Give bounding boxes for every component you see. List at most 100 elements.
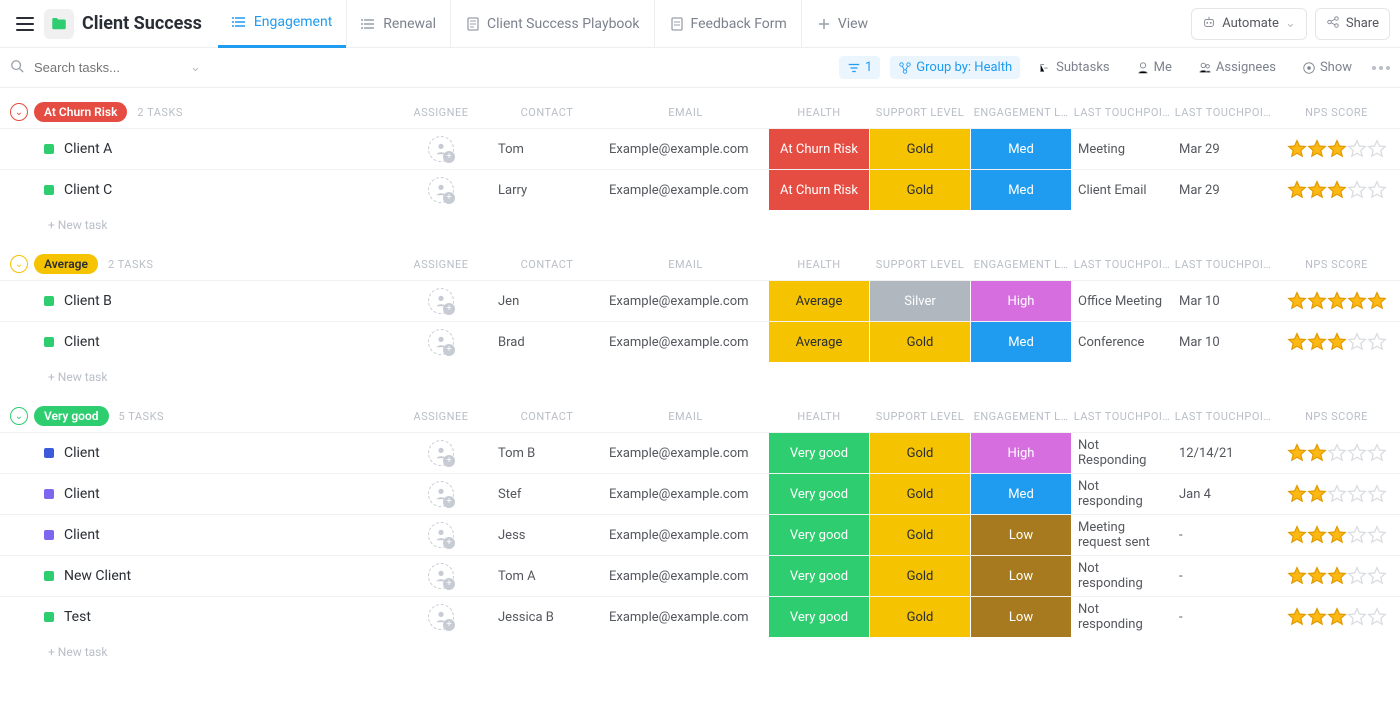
me-chip[interactable]: Me xyxy=(1128,56,1180,79)
col-support[interactable]: SUPPORT LEVEL xyxy=(870,258,970,271)
touchpoint-date-cell[interactable]: - xyxy=(1173,610,1273,625)
nps-stars[interactable] xyxy=(1274,566,1399,586)
health-cell[interactable]: Very good xyxy=(769,474,869,514)
engagement-cell[interactable]: Low xyxy=(971,597,1071,637)
support-cell[interactable]: Silver xyxy=(870,281,970,321)
col-assignee[interactable]: ASSIGNEE xyxy=(391,106,491,119)
contact-cell[interactable]: Tom B xyxy=(492,446,602,461)
star-icon[interactable] xyxy=(1307,139,1327,159)
contact-cell[interactable]: Jessica B xyxy=(492,610,602,625)
star-icon[interactable] xyxy=(1307,484,1327,504)
star-icon[interactable] xyxy=(1327,484,1347,504)
task-name[interactable]: New Client xyxy=(64,568,131,584)
tab-renewal[interactable]: Renewal xyxy=(346,0,450,48)
task-name[interactable]: Client xyxy=(64,527,100,543)
status-square[interactable] xyxy=(44,530,54,540)
star-icon[interactable] xyxy=(1347,566,1367,586)
table-row[interactable]: Client + Tom B Example@example.com Very … xyxy=(0,432,1400,473)
task-name[interactable]: Client xyxy=(64,334,100,350)
col-health[interactable]: HEALTH xyxy=(769,258,869,271)
star-icon[interactable] xyxy=(1347,180,1367,200)
automate-button[interactable]: Automate ⌄ xyxy=(1191,8,1307,40)
touchpoint-date-cell[interactable]: Mar 10 xyxy=(1173,335,1273,350)
support-cell[interactable]: Gold xyxy=(870,322,970,362)
star-icon[interactable] xyxy=(1327,332,1347,352)
col-health[interactable]: HEALTH xyxy=(769,410,869,423)
add-assignee-icon[interactable]: + xyxy=(443,151,455,163)
star-icon[interactable] xyxy=(1327,443,1347,463)
star-icon[interactable] xyxy=(1287,443,1307,463)
touchpoint-cell[interactable]: Not responding xyxy=(1072,561,1172,591)
assignee-placeholder[interactable]: + xyxy=(428,288,454,314)
star-icon[interactable] xyxy=(1307,443,1327,463)
star-icon[interactable] xyxy=(1287,566,1307,586)
touchpoint-cell[interactable]: Not responding xyxy=(1072,602,1172,632)
star-icon[interactable] xyxy=(1327,566,1347,586)
add-assignee-icon[interactable]: + xyxy=(443,344,455,356)
col-touch-date[interactable]: LAST TOUCHPOI… xyxy=(1173,258,1273,271)
email-cell[interactable]: Example@example.com xyxy=(603,142,768,157)
assignee-placeholder[interactable]: + xyxy=(428,177,454,203)
star-icon[interactable] xyxy=(1367,484,1387,504)
group-pill[interactable]: Very good xyxy=(34,406,109,426)
col-health[interactable]: HEALTH xyxy=(769,106,869,119)
table-row[interactable]: Client B + Jen Example@example.com Avera… xyxy=(0,280,1400,321)
assignee-placeholder[interactable]: + xyxy=(428,604,454,630)
touchpoint-cell[interactable]: Not responding xyxy=(1072,479,1172,509)
email-cell[interactable]: Example@example.com xyxy=(603,335,768,350)
status-square[interactable] xyxy=(44,612,54,622)
support-cell[interactable]: Gold xyxy=(870,515,970,555)
contact-cell[interactable]: Jen xyxy=(492,294,602,309)
star-icon[interactable] xyxy=(1327,291,1347,311)
email-cell[interactable]: Example@example.com xyxy=(603,294,768,309)
star-icon[interactable] xyxy=(1287,291,1307,311)
table-row[interactable]: Client + Stef Example@example.com Very g… xyxy=(0,473,1400,514)
engagement-cell[interactable]: High xyxy=(971,433,1071,473)
table-row[interactable]: Client C + Larry Example@example.com At … xyxy=(0,169,1400,210)
add-assignee-icon[interactable]: + xyxy=(443,537,455,549)
star-icon[interactable] xyxy=(1347,484,1367,504)
col-touch-type[interactable]: LAST TOUCHPOI… xyxy=(1072,106,1172,119)
group-pill[interactable]: At Churn Risk xyxy=(34,102,127,122)
star-icon[interactable] xyxy=(1347,443,1367,463)
contact-cell[interactable]: Stef xyxy=(492,487,602,502)
assignee-placeholder[interactable]: + xyxy=(428,481,454,507)
tab-feedback[interactable]: Feedback Form xyxy=(654,0,801,48)
table-row[interactable]: Client + Brad Example@example.com Averag… xyxy=(0,321,1400,362)
nps-stars[interactable] xyxy=(1274,525,1399,545)
contact-cell[interactable]: Tom xyxy=(492,142,602,157)
col-support[interactable]: SUPPORT LEVEL xyxy=(870,410,970,423)
star-icon[interactable] xyxy=(1287,607,1307,627)
health-cell[interactable]: Average xyxy=(769,322,869,362)
star-icon[interactable] xyxy=(1307,525,1327,545)
star-icon[interactable] xyxy=(1347,525,1367,545)
touchpoint-date-cell[interactable]: Jan 4 xyxy=(1173,487,1273,502)
col-email[interactable]: EMAIL xyxy=(603,106,768,119)
status-square[interactable] xyxy=(44,337,54,347)
new-task-button[interactable]: + New task xyxy=(0,210,1400,232)
health-cell[interactable]: Average xyxy=(769,281,869,321)
touchpoint-cell[interactable]: Meeting request sent xyxy=(1072,520,1172,550)
col-nps[interactable]: NPS SCORE xyxy=(1274,106,1399,119)
new-task-button[interactable]: + New task xyxy=(0,637,1400,659)
menu-icon[interactable] xyxy=(10,9,40,39)
group-pill[interactable]: Average xyxy=(34,254,98,274)
engagement-cell[interactable]: Med xyxy=(971,322,1071,362)
assignee-placeholder[interactable]: + xyxy=(428,136,454,162)
assignee-placeholder[interactable]: + xyxy=(428,329,454,355)
more-menu-icon[interactable] xyxy=(1372,66,1390,70)
collapse-toggle[interactable]: ⌄ xyxy=(10,407,28,425)
status-square[interactable] xyxy=(44,144,54,154)
email-cell[interactable]: Example@example.com xyxy=(603,610,768,625)
status-square[interactable] xyxy=(44,296,54,306)
col-email[interactable]: EMAIL xyxy=(603,258,768,271)
status-square[interactable] xyxy=(44,489,54,499)
show-chip[interactable]: Show xyxy=(1294,56,1360,79)
support-cell[interactable]: Gold xyxy=(870,597,970,637)
email-cell[interactable]: Example@example.com xyxy=(603,487,768,502)
col-email[interactable]: EMAIL xyxy=(603,410,768,423)
star-icon[interactable] xyxy=(1287,332,1307,352)
nps-stars[interactable] xyxy=(1274,332,1399,352)
filter-chip[interactable]: 1 xyxy=(839,56,880,79)
touchpoint-date-cell[interactable]: 12/14/21 xyxy=(1173,446,1273,461)
